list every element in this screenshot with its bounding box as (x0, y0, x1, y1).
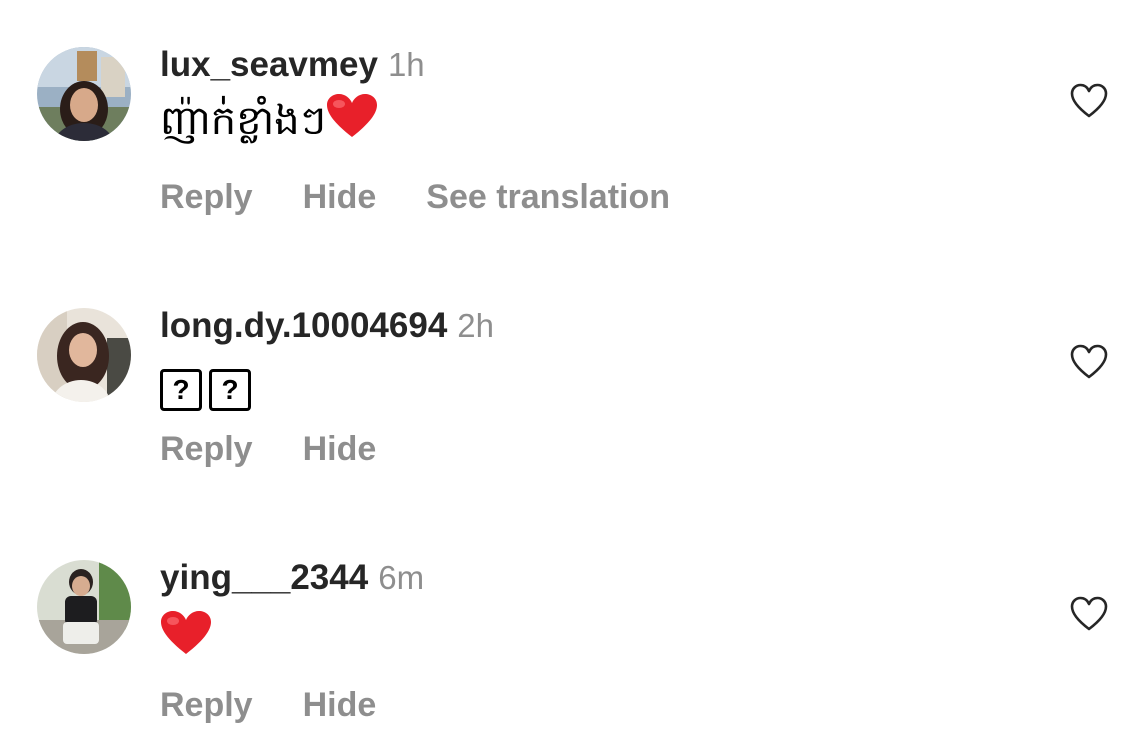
reply-button[interactable]: Reply (160, 178, 253, 217)
like-comment-button[interactable] (1069, 342, 1109, 382)
avatar-image (37, 560, 131, 654)
hide-button[interactable]: Hide (303, 430, 377, 469)
comment-actions: Reply Hide See translation (160, 178, 720, 217)
like-comment-button[interactable] (1069, 81, 1109, 121)
comment-text (160, 610, 212, 671)
avatar[interactable] (37, 47, 131, 141)
comment-username[interactable]: long.dy.10004694 (160, 306, 447, 345)
comment-header: lux_seavmey 1h (160, 45, 425, 92)
comment-actions: Reply Hide (160, 430, 426, 469)
reply-button[interactable]: Reply (160, 686, 253, 725)
comment-text: ?? (160, 360, 258, 416)
comment-time: 2h (457, 307, 494, 344)
red-heart-emoji (160, 610, 212, 671)
see-translation-button[interactable]: See translation (426, 178, 670, 217)
hide-button[interactable]: Hide (303, 686, 377, 725)
avatar[interactable] (37, 560, 131, 654)
missing-glyph-box: ? (209, 369, 251, 412)
hide-button[interactable]: Hide (303, 178, 377, 217)
comment-header: long.dy.10004694 2h (160, 306, 494, 353)
heart-outline-icon (1070, 83, 1108, 118)
comment-username[interactable]: lux_seavmey (160, 45, 378, 84)
red-heart-emoji (326, 93, 378, 154)
comment-username[interactable]: ying___2344 (160, 558, 368, 597)
comment-text-content: ញ៉ាក់ខ្លាំងៗ (160, 99, 327, 144)
comment-time: 1h (387, 46, 425, 83)
heart-outline-icon (1070, 596, 1108, 631)
missing-glyph-box: ? (160, 369, 202, 412)
reply-button[interactable]: Reply (160, 430, 253, 469)
heart-outline-icon (1070, 344, 1108, 379)
comment-time: 6m (378, 559, 425, 596)
avatar-image (37, 308, 131, 402)
comment-header: ying___2344 6m (160, 558, 424, 605)
avatar[interactable] (37, 308, 131, 402)
comment-actions: Reply Hide (160, 686, 426, 725)
like-comment-button[interactable] (1069, 594, 1109, 634)
avatar-image (37, 47, 131, 141)
comment-text: ញ៉ាក់ខ្លាំងៗ (160, 93, 378, 154)
